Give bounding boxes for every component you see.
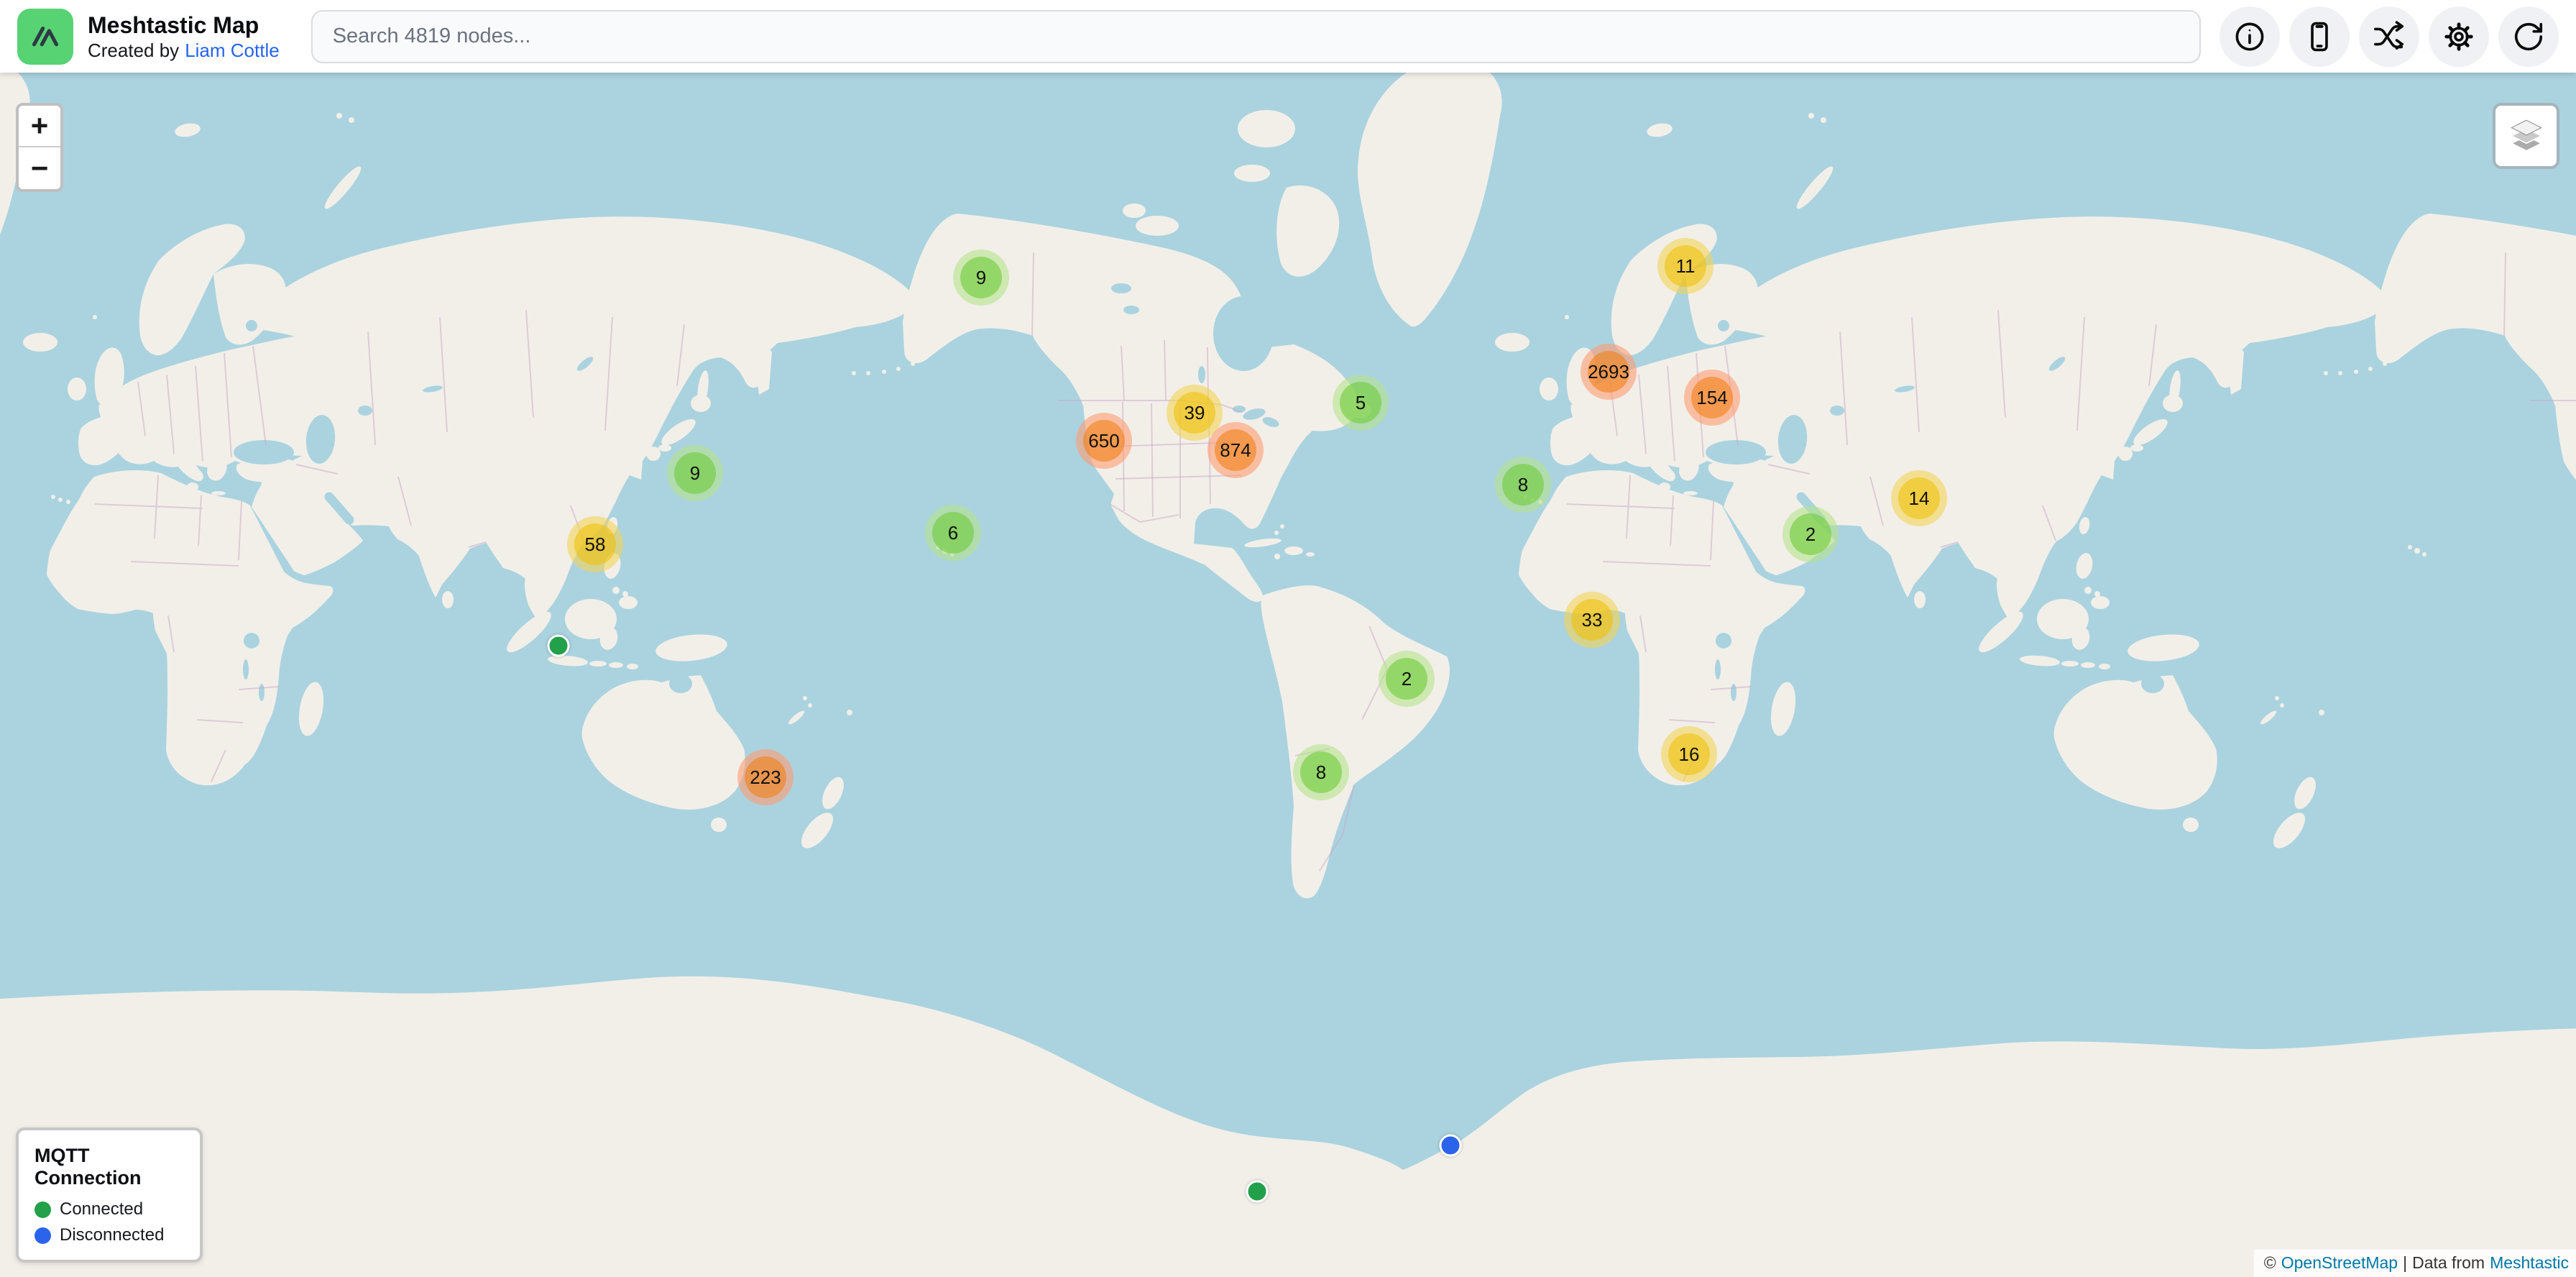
world-map[interactable] [0, 73, 2576, 1277]
cluster-count: 9 [960, 257, 1002, 298]
cluster-count: 33 [1571, 599, 1613, 641]
cluster-count: 39 [1174, 392, 1215, 434]
cluster-marker[interactable]: 223 [737, 749, 794, 805]
attribution: © OpenStreetMap | Data from Meshtastic [2254, 1250, 2576, 1277]
cluster-count: 2 [1790, 513, 1831, 555]
meshtastic-link[interactable]: Meshtastic [2490, 1253, 2569, 1273]
cluster-count: 2693 [1588, 351, 1629, 393]
random-node-button[interactable] [2359, 6, 2419, 67]
page-subtitle: Created by Liam Cottle [88, 39, 280, 62]
map-canvas[interactable]: 9 39 650 874 5 11 2693 154 8 14 2 9 58 6 33 2 16 8 223 + −… [0, 73, 2576, 1277]
author-link[interactable]: Liam Cottle [185, 39, 280, 62]
cluster-marker[interactable]: 6 [925, 505, 981, 561]
cluster-marker[interactable]: 8 [1495, 457, 1551, 513]
settings-button[interactable] [2429, 6, 2489, 67]
info-button[interactable] [2220, 6, 2280, 67]
cluster-count: 58 [574, 523, 616, 565]
cluster-marker[interactable]: 2693 [1581, 344, 1637, 400]
cluster-count: 874 [1215, 429, 1256, 471]
zoom-control: + − [16, 103, 63, 192]
cluster-marker[interactable]: 154 [1684, 370, 1740, 426]
cluster-marker[interactable]: 874 [1208, 422, 1264, 478]
disconnected-dot-icon [34, 1227, 51, 1244]
cluster-marker[interactable]: 14 [1891, 470, 1947, 526]
cluster-count: 6 [932, 512, 974, 554]
cluster-count: 650 [1083, 420, 1125, 462]
cluster-count: 8 [1502, 464, 1544, 505]
cluster-marker[interactable]: 58 [567, 516, 623, 572]
node-marker-disconnected[interactable] [1440, 1135, 1462, 1157]
copyright-symbol: © [2264, 1253, 2276, 1273]
legend-item-disconnected: Disconnected [34, 1225, 184, 1245]
mqtt-legend: MQTT Connection Connected Disconnected [16, 1127, 203, 1263]
cluster-count: 14 [1898, 477, 1940, 519]
cluster-marker[interactable]: 2 [1782, 506, 1839, 562]
mobile-app-button[interactable] [2289, 6, 2350, 67]
cluster-marker[interactable]: 650 [1076, 413, 1132, 469]
subtitle-prefix: Created by [88, 39, 179, 62]
page-title: Meshtastic Map [88, 12, 280, 39]
cluster-marker[interactable]: 33 [1564, 592, 1620, 648]
layers-control[interactable] [2493, 103, 2559, 169]
toolbar [2220, 6, 2559, 67]
connected-dot-icon [34, 1202, 51, 1218]
cluster-marker[interactable]: 9 [667, 445, 723, 501]
cluster-marker[interactable]: 11 [1657, 238, 1714, 294]
osm-link[interactable]: OpenStreetMap [2281, 1253, 2398, 1273]
cluster-marker[interactable]: 16 [1661, 726, 1717, 782]
search-wrap [311, 10, 2201, 63]
attribution-text: Data from [2412, 1253, 2485, 1273]
legend-item-connected: Connected [34, 1199, 184, 1219]
legend-title: MQTT Connection [34, 1145, 184, 1189]
zoom-in-button[interactable]: + [19, 106, 60, 147]
refresh-button[interactable] [2498, 6, 2559, 67]
search-input[interactable] [311, 10, 2201, 63]
refresh-icon [2512, 20, 2545, 53]
zoom-out-button[interactable]: − [19, 147, 60, 189]
cluster-marker[interactable]: 9 [953, 250, 1009, 306]
attribution-separator: | [2403, 1253, 2407, 1273]
cluster-count: 2 [1386, 658, 1427, 700]
gear-icon [2442, 20, 2475, 53]
node-marker-connected[interactable] [548, 635, 570, 657]
cluster-count: 223 [745, 756, 786, 798]
cluster-count: 9 [674, 452, 716, 494]
cluster-marker[interactable]: 8 [1293, 744, 1349, 800]
smartphone-icon [2303, 20, 2336, 53]
cluster-count: 154 [1691, 377, 1733, 418]
cluster-count: 8 [1300, 751, 1342, 793]
info-icon [2233, 20, 2266, 53]
app-header: Meshtastic Map Created by Liam Cottle [0, 0, 2576, 73]
meshtastic-logo-icon [17, 9, 73, 65]
layers-icon [2506, 118, 2547, 154]
node-marker-connected[interactable] [1246, 1181, 1269, 1203]
cluster-count: 11 [1665, 245, 1706, 287]
cluster-count: 16 [1668, 733, 1710, 775]
title-block: Meshtastic Map Created by Liam Cottle [88, 12, 280, 62]
cluster-marker[interactable]: 2 [1379, 651, 1435, 707]
cluster-count: 5 [1340, 382, 1381, 424]
shuffle-icon [2373, 20, 2406, 53]
cluster-marker[interactable]: 5 [1333, 375, 1389, 431]
